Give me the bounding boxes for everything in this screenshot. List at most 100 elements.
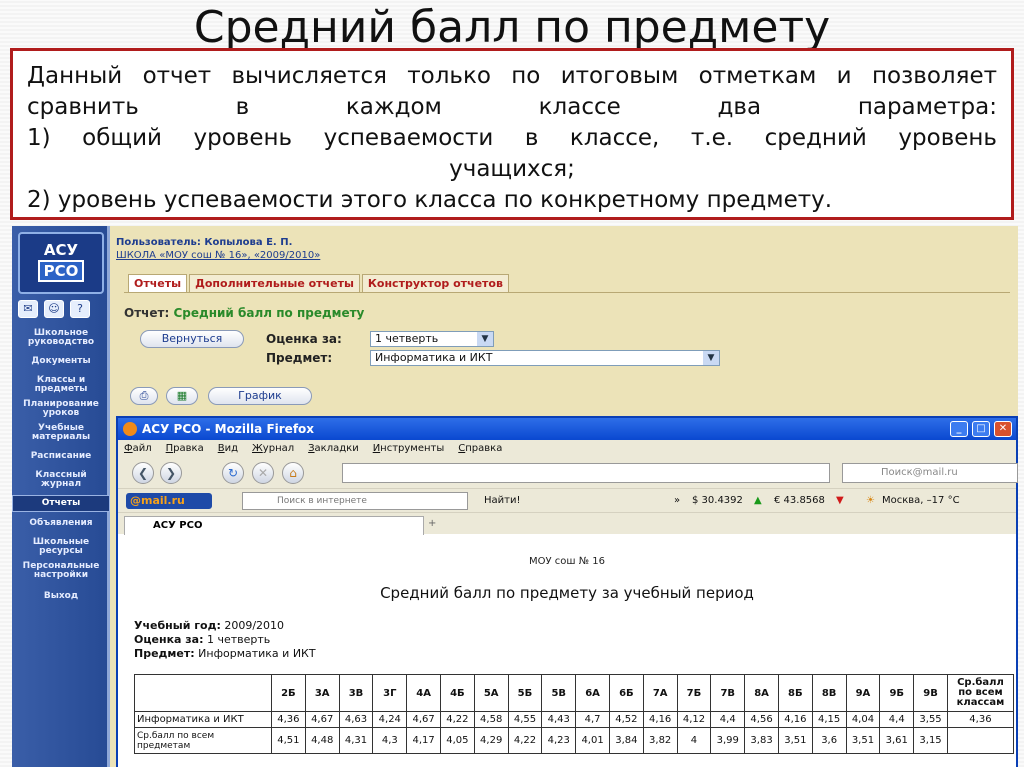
eur-rate[interactable]: € 43.8568: [774, 495, 825, 506]
mailru-toolbar: @mail.ru Поиск в интернете Найти! » $ 30…: [118, 488, 1016, 512]
browser-tabstrip: АСУ РСО +: [118, 512, 1016, 535]
window-titlebar: АСУ РСО - Mozilla Firefox _ □ ✕: [118, 418, 1016, 440]
stop-icon[interactable]: ✕: [252, 462, 274, 484]
new-tab-icon[interactable]: +: [428, 518, 442, 532]
note-line: 2) уровень успеваемости этого класса по …: [27, 187, 833, 213]
table-cell: 3,83: [744, 727, 779, 754]
header-cell: [134, 674, 272, 712]
maximize-icon[interactable]: □: [972, 421, 990, 437]
table-cell: 4,51: [271, 727, 306, 754]
sidebar-item-documents[interactable]: Документы: [12, 354, 110, 369]
sidebar-item-management[interactable]: Школьное руководство: [12, 326, 110, 350]
excel-button[interactable]: ▦: [166, 387, 198, 405]
chart-button[interactable]: График: [208, 387, 312, 405]
note-line: Данный отчет вычисляется только по итого…: [27, 63, 997, 89]
search-input[interactable]: Поиск@mail.ru: [842, 463, 1018, 483]
table-cell: 4,05: [439, 727, 475, 754]
grade-select[interactable]: 1 четверть ▼: [370, 331, 494, 347]
subject-label: Предмет:: [134, 647, 195, 660]
subject-value: Информатика и ИКТ: [198, 647, 316, 660]
note-line: учащихся;: [449, 156, 575, 182]
menu-edit[interactable]: Правка: [166, 440, 204, 458]
table-cell: 4,16: [642, 711, 678, 728]
menu-tools[interactable]: Инструменты: [373, 440, 445, 458]
minimize-icon[interactable]: _: [950, 421, 968, 437]
grade-value: 1 четверть: [207, 633, 271, 646]
subject-label: Предмет:: [266, 351, 333, 365]
table-cell: 4,52: [608, 711, 644, 728]
print-button[interactable]: ⎙: [130, 387, 158, 405]
table-cell: 4,55: [507, 711, 543, 728]
internet-search-input[interactable]: Поиск в интернете: [242, 492, 468, 510]
chevron-down-icon: ▼: [477, 332, 493, 346]
chevron-down-icon: ▼: [703, 351, 719, 365]
firefox-window: АСУ РСО - Mozilla Firefox _ □ ✕ Файл Пра…: [116, 416, 1018, 767]
column-header: 2Б: [271, 674, 306, 712]
usd-rate[interactable]: $ 30.4392: [692, 495, 743, 506]
grade-label: Оценка за:: [134, 633, 204, 646]
school-link[interactable]: ШКОЛА «МОУ сош № 16», «2009/2010»: [116, 249, 320, 262]
report-heading: Отчет: Средний балл по предмету: [124, 306, 364, 320]
column-header: 6А: [575, 674, 610, 712]
sidebar-item-announcements[interactable]: Объявления: [12, 516, 110, 531]
table-row: Информатика и ИКТ 4,36 4,67 4,63 4,24 4,67 4,2…: [134, 711, 1014, 728]
sidebar-item-schedule[interactable]: Расписание: [12, 449, 110, 464]
app-logo[interactable]: АСУ РСО: [18, 232, 104, 294]
tab-extra-reports[interactable]: Дополнительные отчеты: [189, 274, 360, 292]
report-subject: Предмет: Информатика и ИКТ: [134, 647, 316, 660]
user-header: Пользователь: Копылова Е. П. ШКОЛА «МОУ …: [116, 236, 320, 262]
navigation-toolbar: ❮ ❯ ↻ ✕ ⌂ Поиск@mail.ru: [118, 458, 1018, 488]
sidebar-item-planning[interactable]: Планирование уроков: [12, 397, 110, 421]
column-header: 6Б: [608, 674, 644, 712]
year-value: 2009/2010: [224, 619, 285, 632]
mailru-logo[interactable]: @mail.ru: [126, 493, 212, 509]
menu-help[interactable]: Справка: [458, 440, 502, 458]
forward-icon[interactable]: ❯: [160, 462, 182, 484]
table-cell: 4,04: [845, 711, 881, 728]
sidebar: АСУ РСО ✉ ☺ ? Школьное руководство Докум…: [12, 226, 110, 767]
column-header: 4Б: [439, 674, 475, 712]
table-cell: 4,23: [541, 727, 577, 754]
back-icon[interactable]: ❮: [132, 462, 154, 484]
home-icon[interactable]: ⌂: [282, 462, 304, 484]
menu-file[interactable]: Файл: [124, 440, 152, 458]
menu-history[interactable]: Журнал: [252, 440, 294, 458]
users-icon[interactable]: ☺: [44, 300, 64, 318]
table-cell: 4,4: [710, 711, 746, 728]
logo-text: РСО: [37, 260, 85, 282]
subject-value: Информатика и ИКТ: [375, 351, 493, 364]
column-header: 9Б: [879, 674, 915, 712]
weather[interactable]: Москва, –17 °С: [882, 495, 960, 506]
column-header: 5Б: [507, 674, 543, 712]
mail-icon[interactable]: ✉: [18, 300, 38, 318]
report-prefix: Отчет:: [124, 306, 170, 320]
sidebar-item-settings[interactable]: Персональные настройки: [12, 559, 110, 583]
sidebar-item-materials[interactable]: Учебные материалы: [12, 421, 110, 445]
report-year: Учебный год: 2009/2010: [134, 619, 284, 632]
sidebar-icons: ✉ ☺ ?: [18, 300, 90, 318]
sidebar-item-resources[interactable]: Школьные ресурсы: [12, 535, 110, 559]
reload-icon[interactable]: ↻: [222, 462, 244, 484]
sidebar-item-exit[interactable]: Выход: [12, 589, 110, 604]
subject-select[interactable]: Информатика и ИКТ ▼: [370, 350, 720, 366]
find-button[interactable]: Найти!: [484, 495, 520, 506]
tab-report-builder[interactable]: Конструктор отчетов: [361, 274, 509, 292]
sidebar-item-journal[interactable]: Классный журнал: [12, 468, 110, 492]
sidebar-item-classes[interactable]: Классы и предметы: [12, 373, 110, 397]
browser-tab[interactable]: АСУ РСО: [124, 516, 424, 535]
close-icon[interactable]: ✕: [994, 421, 1012, 437]
back-button[interactable]: Вернуться: [140, 330, 244, 348]
more-icon[interactable]: »: [674, 495, 680, 506]
column-header: 7В: [710, 674, 746, 712]
user-name: Пользователь: Копылова Е. П.: [116, 237, 293, 248]
menu-view[interactable]: Вид: [218, 440, 238, 458]
column-header: 3А: [304, 674, 340, 712]
tab-reports[interactable]: Отчеты: [128, 274, 188, 292]
menu-bookmarks[interactable]: Закладки: [308, 440, 359, 458]
logo-text: АСУ: [43, 241, 79, 259]
table-cell: 3,84: [608, 727, 644, 754]
summary-cell: 4,36: [946, 711, 1014, 728]
sidebar-item-reports[interactable]: Отчеты: [12, 495, 110, 512]
url-bar[interactable]: [342, 463, 830, 483]
help-icon[interactable]: ?: [70, 300, 90, 318]
